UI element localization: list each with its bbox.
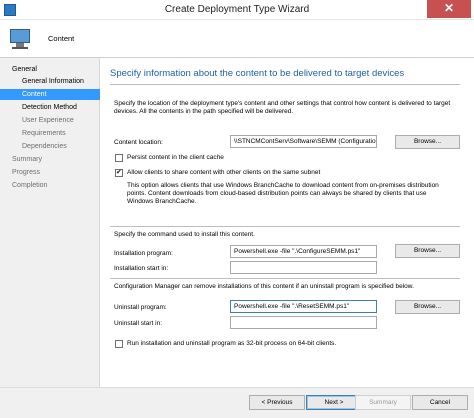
content-pane: Specify information about the content to…	[100, 58, 474, 387]
nav-item-dependencies[interactable]: Dependencies	[0, 141, 100, 152]
uninstall-program-field[interactable]: Powershell.exe -file ".\ResetSEMM.ps1"	[230, 300, 377, 313]
uninstall-program-browse-button[interactable]: Browse...	[395, 300, 460, 314]
window-title: Create Deployment Type Wizard	[164, 4, 310, 15]
page-title: Content	[48, 34, 75, 43]
intro-text: Specify the location of the deployment t…	[114, 100, 451, 115]
wizard-header: Content	[0, 20, 474, 58]
divider	[110, 84, 460, 85]
content-location-field[interactable]: \\STNCMContServ\Software\SEMM (Configura…	[230, 135, 377, 148]
content-location-browse-button[interactable]: Browse...	[395, 135, 460, 149]
install-section-text: Specify the command used to install this…	[114, 231, 255, 238]
nav-item-content[interactable]: Content	[0, 89, 100, 100]
wizard-nav: General General Information Content Dete…	[0, 58, 100, 387]
divider	[110, 226, 460, 227]
nav-item-progress[interactable]: Progress	[0, 167, 100, 178]
persist-cache-label: Persist content in the client cache	[127, 154, 224, 161]
uninstall-section-text: Configuration Manager can remove install…	[114, 283, 414, 290]
summary-button[interactable]: Summary	[355, 395, 411, 410]
persist-cache-checkbox[interactable]	[115, 154, 123, 162]
nav-item-general-information[interactable]: General Information	[0, 76, 100, 87]
divider	[110, 278, 460, 279]
allow-share-checkbox[interactable]	[115, 168, 123, 177]
uninstall-program-label: Uninstall program:	[114, 304, 167, 311]
installation-start-in-label: Installation start in:	[114, 265, 169, 272]
nav-item-detection-method[interactable]: Detection Method	[0, 102, 100, 113]
installation-start-in-field[interactable]	[230, 261, 377, 274]
nav-item-general[interactable]: General	[0, 64, 100, 75]
wizard-footer: < Previous Next > Summary Cancel	[0, 387, 474, 418]
previous-button[interactable]: < Previous	[249, 395, 305, 410]
title-bar: Create Deployment Type Wizard ✕	[0, 0, 474, 20]
wizard-window: Create Deployment Type Wizard ✕ Content …	[0, 0, 474, 418]
installation-program-label: Installation program:	[114, 250, 173, 257]
branchcache-note: This option allows clients that use Wind…	[127, 182, 439, 205]
nav-item-summary[interactable]: Summary	[0, 154, 100, 165]
next-button[interactable]: Next >	[306, 395, 362, 410]
installation-program-field[interactable]: Powershell.exe -file ".\ConfigureSEMM.ps…	[230, 245, 377, 258]
uninstall-start-in-field[interactable]	[230, 316, 377, 329]
content-location-label: Content location:	[114, 139, 163, 146]
nav-item-user-experience[interactable]: User Experience	[0, 115, 100, 126]
section-heading: Specify information about the content to…	[110, 68, 405, 79]
cancel-button[interactable]: Cancel	[412, 395, 468, 410]
run-32bit-checkbox[interactable]	[115, 340, 123, 348]
allow-share-label: Allow clients to share content with othe…	[127, 169, 321, 176]
run-32bit-label: Run installation and uninstall program a…	[127, 340, 337, 347]
close-button[interactable]: ✕	[427, 0, 471, 18]
uninstall-start-in-label: Uninstall start in:	[114, 320, 163, 327]
nav-item-requirements[interactable]: Requirements	[0, 128, 100, 139]
installation-program-browse-button[interactable]: Browse...	[395, 244, 460, 258]
computer-icon	[8, 27, 34, 51]
nav-item-completion[interactable]: Completion	[0, 180, 100, 191]
